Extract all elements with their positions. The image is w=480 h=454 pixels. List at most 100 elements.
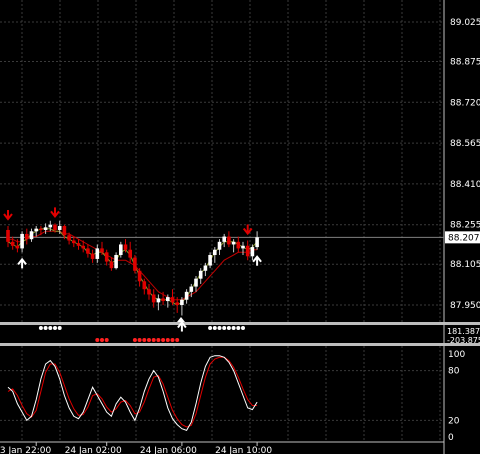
oscillator-tick-label: 80 [448,367,460,377]
signal-dot-white [217,326,222,330]
candle-body [189,286,194,292]
signal-dot-white [212,326,217,330]
candle-body [57,226,62,230]
time-tick-label: 24 Jan 06:00 [140,446,197,454]
signal-dot-white [231,326,236,330]
candle-body [175,302,179,305]
signal-dot-white [208,326,213,330]
candle-body [34,228,38,232]
signal-dot-white [57,326,62,330]
price-tick-label: 89.025 [450,18,480,28]
signal-dot-red [151,338,156,342]
signal-dot-red [165,338,170,342]
candle-body [119,244,123,255]
price-tick-label: 87.950 [450,301,480,311]
candle-body [227,236,231,245]
candle-body [10,241,15,246]
chart-window: 89.025 88.875 88.720 88.565 88.410 88.255 88.1… [0,0,480,454]
price-tick-label: 88.410 [450,180,480,190]
candle-body [184,291,189,300]
candle-body [217,241,222,250]
candle-body [114,254,118,269]
candle-body [147,289,151,295]
oscillator-tick-label: 100 [448,350,465,360]
candle-body [137,270,142,282]
signal-tick-label: 181.387 [447,327,480,336]
signal-dot-red [132,338,137,342]
candle-body [29,231,34,240]
signal-dot-white [222,326,227,330]
signal-dot-white [236,326,241,330]
candle-body [245,245,250,257]
candle-body [53,224,57,230]
time-tick-label: 23 Jan 22:00 [0,446,51,454]
candle-body [142,281,147,290]
signal-dot-white [53,326,57,330]
candle-body [86,248,90,254]
candle-body [128,249,132,258]
candle-body [100,248,104,253]
candle-body [194,278,198,287]
signal-dot-white [226,326,231,330]
signal-dot-red [161,338,166,342]
candle-body [20,233,24,249]
candle-body [62,226,67,236]
price-tick-label: 88.105 [450,260,480,270]
panel-separator [0,322,480,325]
stochastic-main-line [7,355,258,432]
signal-dot-red [100,338,104,342]
candle-body [48,224,53,228]
candle-body [208,254,212,266]
candle-body [213,249,217,255]
signal-dot-red [142,338,147,342]
signal-dot-white [241,326,245,330]
price-tick-label: 88.565 [450,139,480,149]
oscillator-tick-label: 20 [448,416,460,426]
price-tick-label: 88.255 [450,221,480,231]
signal-dot-red [147,338,151,342]
candle-body [95,248,100,259]
candle-body [25,233,29,240]
signal-dot-red [104,338,109,342]
signal-tick-label: -203.875 [447,336,480,345]
signal-dot-white [43,326,48,330]
price-tick-label: 88.875 [450,57,480,67]
time-tick-label: 24 Jan 02:00 [65,446,122,454]
candle-body [161,298,165,302]
signal-dot-red [156,338,161,342]
candle-body [72,240,76,244]
candle-body [90,253,95,259]
signal-dot-red [95,338,100,342]
signal-dot-red [137,338,142,342]
current-price-label: 88.207 [448,233,480,243]
oscillator-tick-label: 0 [448,433,454,443]
candle-body [255,237,259,248]
candle-body [241,245,245,249]
candle-body [109,261,114,269]
signal-dot-white [48,326,53,330]
signal-dot-red [175,338,180,342]
candle-body [180,299,184,305]
candle-body [166,297,170,302]
candle-body [104,252,109,262]
signal-dot-white [38,326,43,330]
candle-body [231,241,236,245]
time-marker-icon [177,317,185,322]
signal-dot-red [170,338,175,342]
candle-body [133,257,137,271]
candle-body [123,244,128,250]
candle-body [67,235,71,241]
candle-body [203,265,208,271]
candle-body [156,298,161,303]
candle-body [151,294,156,303]
candle-body [81,245,85,249]
candle-body [250,247,255,257]
candle-body [236,241,241,249]
candle-body [6,229,10,242]
candle-body [43,227,48,230]
candle-body [76,243,81,246]
price-tick-label: 88.720 [450,98,480,108]
trading-chart: 89.025 88.875 88.720 88.565 88.410 88.255 88.1… [0,0,480,454]
time-tick-label: 24 Jan 10:00 [215,446,272,454]
candle-body [170,297,175,303]
